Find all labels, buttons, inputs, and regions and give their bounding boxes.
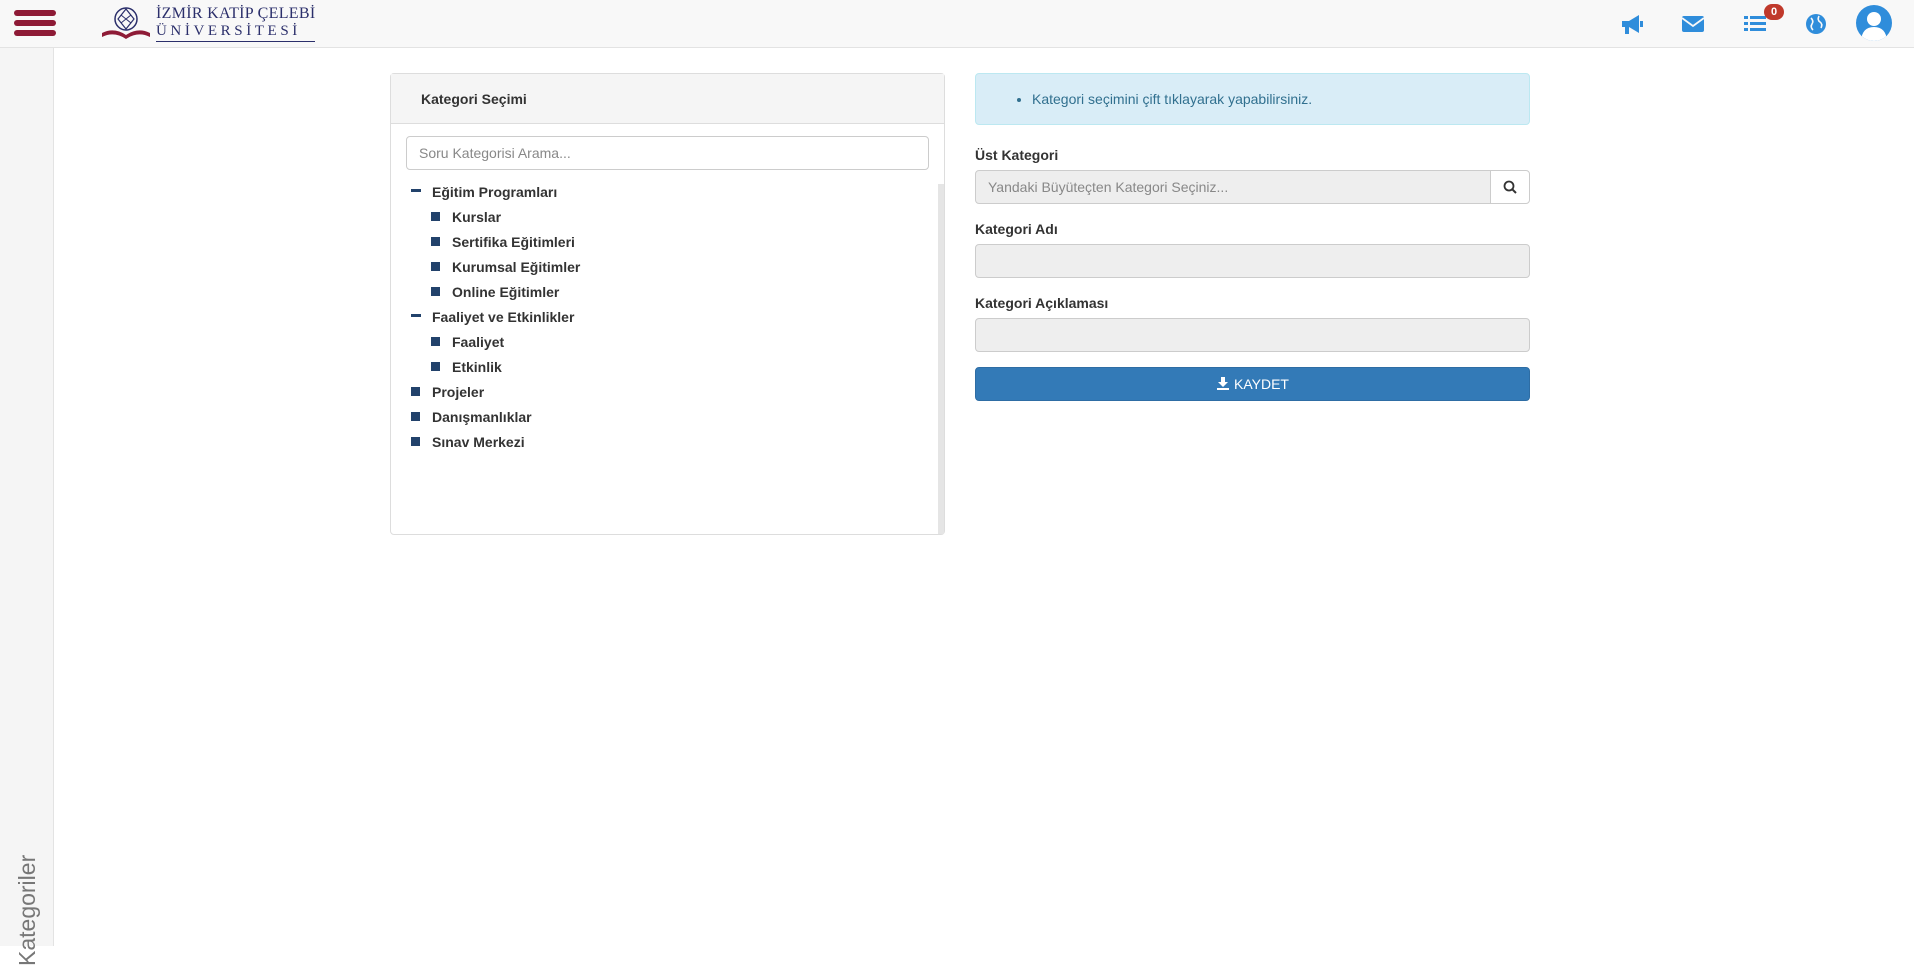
globe-icon[interactable]	[1802, 10, 1830, 38]
tree-item-etkinlik[interactable]: Etkinlik	[431, 357, 502, 377]
envelope-icon[interactable]	[1679, 10, 1707, 38]
top-navbar: İZMİR KATİP ÇELEBİ ÜNİVERSİTESİ 0	[0, 0, 1914, 48]
leaf-square-icon	[431, 336, 440, 346]
tree-item-kurslar[interactable]: Kurslar	[431, 207, 501, 227]
leaf-square-icon	[431, 361, 440, 371]
book-emblem-icon	[102, 7, 150, 39]
tree-item-kurumsal-egitimler[interactable]: Kurumsal Eğitimler	[431, 257, 580, 277]
logo-wordmark: İZMİR KATİP ÇELEBİ ÜNİVERSİTESİ	[156, 4, 316, 42]
tree-item-label: Danışmanlıklar	[432, 409, 532, 425]
tree-item-danismanliklar[interactable]: Danışmanlıklar	[411, 407, 532, 427]
info-message: Kategori seçimini çift tıklayarak yapabi…	[1032, 74, 1529, 124]
category-search-input[interactable]	[406, 136, 929, 170]
tree-item-label: Online Eğitimler	[452, 284, 560, 300]
save-button-label: KAYDET	[1234, 376, 1289, 392]
category-description-label: Kategori Açıklaması	[975, 295, 1109, 311]
megaphone-icon[interactable]	[1618, 10, 1646, 38]
tree-item-label: Projeler	[432, 384, 485, 400]
save-button[interactable]: KAYDET	[975, 367, 1530, 401]
download-icon	[1217, 377, 1229, 391]
tree-item-sertifika-egitimleri[interactable]: Sertifika Eğitimleri	[431, 232, 575, 252]
side-tab-label: Kategoriler	[14, 854, 40, 966]
user-icon	[1861, 12, 1887, 41]
category-description-field[interactable]	[975, 318, 1530, 352]
logo-line-2: ÜNİVERSİTESİ	[156, 22, 301, 39]
tree-item-faaliyet-ve-etkinlikler[interactable]: Faaliyet ve Etkinlikler	[411, 307, 574, 327]
parent-category-field[interactable]: Yandaki Büyüteçten Kategori Seçiniz...	[975, 170, 1491, 204]
leaf-square-icon	[431, 236, 440, 246]
tree-item-label: Sınav Merkezi	[432, 434, 525, 450]
tree-item-faaliyet[interactable]: Faaliyet	[431, 332, 504, 352]
university-logo[interactable]: İZMİR KATİP ÇELEBİ ÜNİVERSİTESİ	[100, 3, 316, 43]
tree-item-label: Sertifika Eğitimleri	[452, 234, 575, 250]
collapse-icon[interactable]	[411, 188, 421, 192]
tree-item-label: Faaliyet ve Etkinlikler	[432, 309, 575, 325]
tree-item-label: Faaliyet	[452, 334, 505, 350]
side-tab[interactable]: Kategoriler	[0, 48, 54, 966]
user-avatar[interactable]	[1856, 5, 1892, 41]
hamburger-menu-icon[interactable]	[14, 10, 56, 40]
tree-item-label: Etkinlik	[452, 359, 502, 375]
leaf-square-icon	[431, 211, 440, 221]
category-name-label: Kategori Adı	[975, 221, 1058, 237]
category-name-field[interactable]	[975, 244, 1530, 278]
logo-line-1: İZMİR KATİP ÇELEBİ	[156, 4, 316, 22]
collapse-icon[interactable]	[411, 313, 421, 317]
panel-title: Kategori Seçimi	[391, 74, 944, 124]
tree-item-label: Kurslar	[452, 209, 502, 225]
tree-item-sinav-merkezi[interactable]: Sınav Merkezi	[411, 432, 525, 452]
search-icon	[1503, 180, 1517, 194]
tree-item-projeler[interactable]: Projeler	[411, 382, 484, 402]
leaf-square-icon	[431, 286, 440, 296]
info-alert: Kategori seçimini çift tıklayarak yapabi…	[975, 73, 1530, 125]
parent-category-label: Üst Kategori	[975, 147, 1059, 163]
notification-count-badge: 0	[1764, 4, 1784, 20]
parent-category-search-button[interactable]	[1490, 170, 1530, 204]
leaf-square-icon	[411, 386, 420, 396]
tree-item-label: Kurumsal Eğitimler	[452, 259, 581, 275]
leaf-square-icon	[411, 436, 420, 446]
leaf-square-icon	[431, 261, 440, 271]
tree-item-egitim-programlari[interactable]: Eğitim Programları	[411, 182, 557, 202]
leaf-square-icon	[411, 411, 420, 421]
tree-item-online-egitimler[interactable]: Online Eğitimler	[431, 282, 559, 302]
category-selection-panel: Kategori Seçimi Eğitim Programları Kursl…	[390, 73, 945, 535]
tree-scrollbar[interactable]	[938, 184, 944, 534]
tree-item-label: Eğitim Programları	[432, 184, 558, 200]
